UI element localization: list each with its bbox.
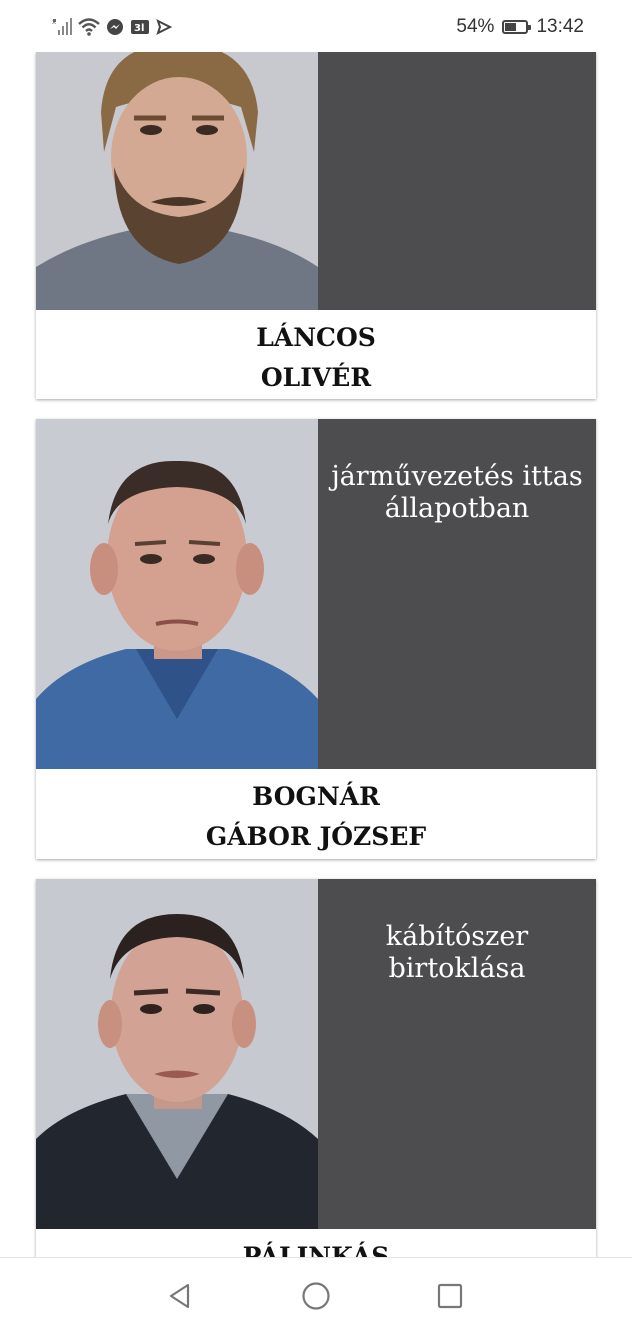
- person-photo: [36, 419, 318, 769]
- messenger-icon: [107, 19, 123, 35]
- system-nav-bar: [0, 1257, 632, 1334]
- signal-icon: x: [52, 18, 72, 35]
- offense-panel: [318, 52, 596, 310]
- wanted-list[interactable]: LÁNCOS OLIVÉR járművezetés ittas állapot…: [0, 52, 632, 1257]
- offense-text-line2: birtoklása: [388, 953, 526, 984]
- person-name: LÁNCOS OLIVÉR: [36, 310, 596, 398]
- status-icons-right: 54% 13:42: [456, 14, 584, 40]
- battery-level-fill: [505, 23, 517, 31]
- back-icon[interactable]: [164, 1280, 196, 1312]
- telegram-icon: [156, 19, 172, 35]
- person-name: BOGNÁR GÁBOR JÓZSEF: [36, 769, 596, 857]
- person-card[interactable]: kábítószer birtoklása PÁLINKÁS: [36, 879, 596, 1257]
- home-icon[interactable]: [300, 1280, 332, 1312]
- svg-text:3l: 3l: [134, 23, 144, 34]
- battery-icon: [502, 20, 532, 34]
- person-card[interactable]: járművezetés ittas állapotban BOGNÁR GÁB…: [36, 419, 596, 859]
- person-name-line1: BOGNÁR: [252, 782, 380, 811]
- clock: 13:42: [536, 16, 584, 37]
- person-name-line2: GÁBOR JÓZSEF: [205, 822, 427, 851]
- offense-panel: kábítószer birtoklása: [318, 879, 596, 1229]
- recents-icon[interactable]: [434, 1280, 466, 1312]
- person-card[interactable]: LÁNCOS OLIVÉR: [36, 52, 596, 399]
- offense-text-line1: járművezetés ittas: [331, 461, 583, 492]
- wifi-icon: [78, 18, 100, 36]
- battery-percent: 54%: [456, 16, 495, 37]
- offense-text-line1: kábítószer: [385, 921, 529, 952]
- person-photo: [36, 879, 318, 1229]
- person-name-line2: OLIVÉR: [260, 363, 372, 392]
- status-icons-left: x 3l: [52, 14, 172, 40]
- person-photo: [36, 52, 318, 310]
- svg-text:x: x: [52, 18, 56, 26]
- 3d-app-icon: 3l: [131, 20, 149, 34]
- person-name-line1: LÁNCOS: [256, 323, 376, 352]
- person-name-line1: PÁLINKÁS: [242, 1242, 390, 1257]
- status-bar: x 3l 54% 13:42: [0, 0, 632, 52]
- offense-text-line2: állapotban: [384, 493, 530, 524]
- person-name: PÁLINKÁS: [36, 1229, 596, 1257]
- offense-panel: járművezetés ittas állapotban: [318, 419, 596, 769]
